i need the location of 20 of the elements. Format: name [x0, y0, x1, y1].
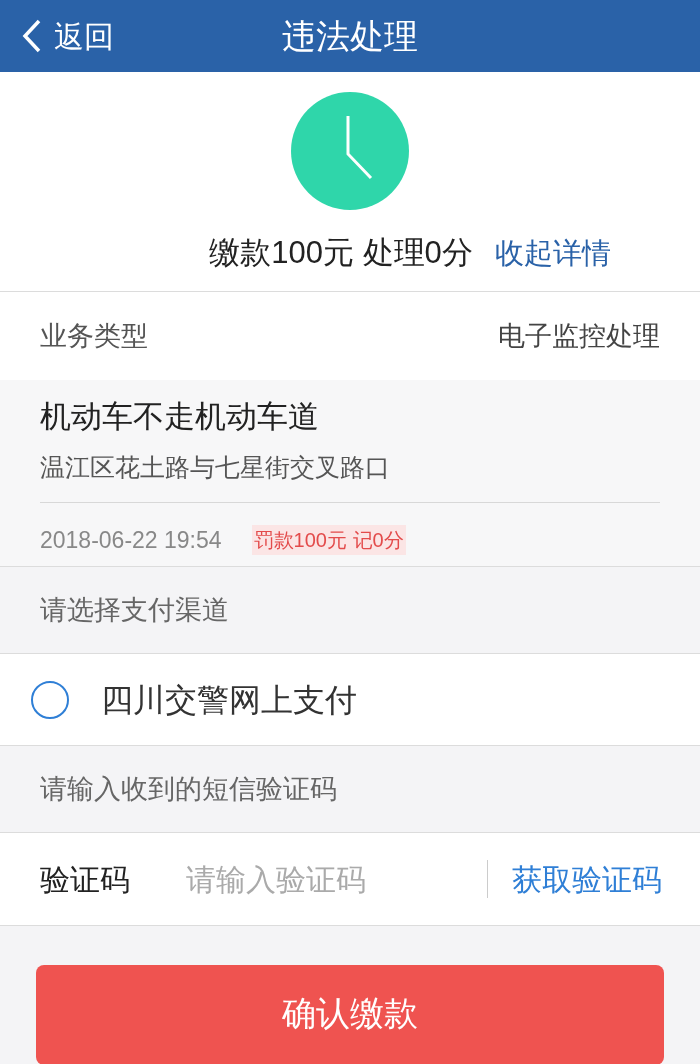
- code-input-field[interactable]: 请输入验证码: [186, 856, 466, 902]
- business-type-value: 电子监控处理: [498, 319, 660, 353]
- violation-time: 2018-06-22 19:54: [40, 526, 222, 555]
- confirm-payment-button[interactable]: 确认缴款: [36, 965, 664, 1064]
- payment-heading: 请选择支付渠道: [40, 593, 229, 627]
- violation-location: 温江区花土路与七星街交叉路口: [40, 451, 391, 483]
- page-title: 违法处理: [282, 15, 418, 57]
- clock-icon: [291, 92, 409, 210]
- collapse-details-link[interactable]: 收起详情: [494, 231, 611, 275]
- business-type-label: 业务类型: [40, 319, 148, 353]
- get-code-button[interactable]: 获取验证码: [512, 856, 662, 902]
- back-icon: [22, 19, 42, 53]
- payment-option-label[interactable]: 四川交警网上支付: [101, 675, 357, 724]
- radio-button[interactable]: [31, 680, 69, 719]
- penalty-tag: 罚款100元 记0分: [251, 525, 406, 556]
- payment-summary: 缴款100元 处理0分: [209, 234, 473, 272]
- violation-title: 机动车不走机动车道: [40, 398, 320, 436]
- back-button[interactable]: 返回: [22, 13, 114, 59]
- code-label: 验证码: [40, 861, 131, 898]
- sms-heading: 请输入收到的短信验证码: [40, 772, 337, 806]
